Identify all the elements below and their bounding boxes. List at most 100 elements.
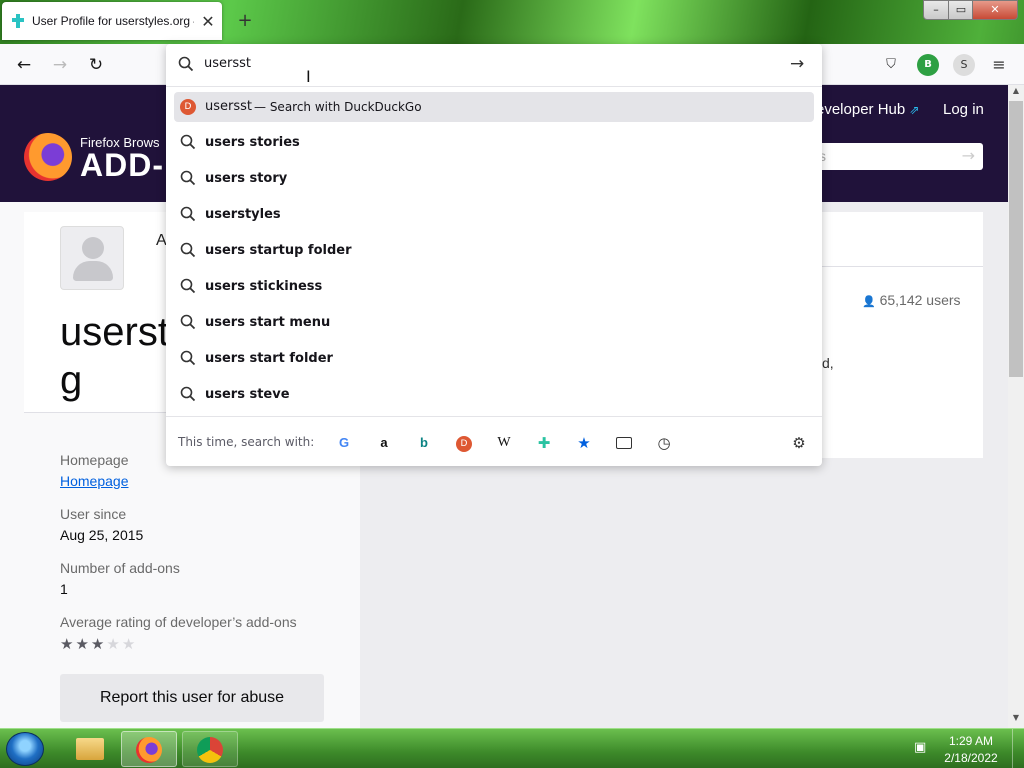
tab-strip: User Profile for userstyles.org – ✕ + – …	[0, 0, 1024, 44]
search-settings-icon[interactable]: ⚙	[788, 432, 810, 454]
forward-button[interactable]: →	[47, 52, 73, 78]
star-icon: ★	[60, 635, 76, 653]
addons-engine-icon[interactable]: ✚	[533, 432, 555, 454]
star-icon: ★	[121, 635, 138, 653]
homepage-label: Homepage	[60, 452, 129, 468]
chrome-shape	[197, 737, 223, 763]
addon-description-fragment: d,	[822, 355, 834, 371]
suggestion-text: users stories	[205, 135, 300, 150]
star-icon: ★	[75, 635, 91, 653]
maximize-button[interactable]: ▭	[948, 0, 974, 20]
tab-title: User Profile for userstyles.org –	[32, 14, 194, 28]
minimize-button[interactable]: –	[923, 0, 949, 20]
search-icon	[180, 242, 196, 258]
suggestion-item[interactable]: users startup folder	[174, 236, 814, 266]
back-button[interactable]: ←	[11, 52, 37, 78]
folder-shape	[76, 738, 104, 760]
user-since-label: User since	[60, 506, 127, 522]
login-link[interactable]: Log in	[943, 101, 984, 118]
bookmarks-engine-icon[interactable]: ★	[573, 432, 595, 454]
star-icon: ★	[90, 635, 107, 653]
suggestion-item[interactable]: users start folder	[174, 344, 814, 374]
search-icon	[178, 56, 194, 72]
search-icon	[180, 314, 196, 330]
hamburger-menu-icon[interactable]: ≡	[988, 54, 1010, 76]
amo-search-input[interactable]: s →	[805, 143, 983, 170]
developer-hub-link[interactable]: eveloper Hub ⇗	[816, 101, 919, 118]
suggestion-item[interactable]: users story	[174, 164, 814, 194]
wikipedia-engine-icon[interactable]: W	[493, 432, 515, 454]
suggestion-text: users steve	[205, 387, 290, 402]
duckduckgo-engine-icon[interactable]: D	[453, 432, 475, 454]
suggestion-text: users startup folder	[205, 243, 352, 258]
addons-favicon-icon	[12, 14, 24, 28]
go-arrow-icon[interactable]: →	[790, 54, 804, 74]
tabs-engine-icon[interactable]	[613, 432, 635, 454]
suggestion-text: users start menu	[205, 315, 331, 330]
search-icon	[180, 278, 196, 294]
developer-hub-label: eveloper Hub	[816, 101, 906, 118]
file-explorer-icon[interactable]	[62, 731, 118, 767]
search-icon	[180, 206, 196, 222]
user-icon: 👤	[862, 296, 876, 308]
show-desktop-button[interactable]	[1012, 729, 1024, 768]
firefox-taskbar-icon[interactable]	[121, 731, 177, 767]
reload-button[interactable]: ↻	[83, 52, 109, 78]
search-submit-icon[interactable]: →	[962, 146, 975, 165]
search-icon	[180, 134, 196, 150]
url-input-row[interactable]: usersst I →	[166, 44, 822, 86]
url-input[interactable]: usersst	[204, 56, 251, 71]
suggestion-text: userstyles	[205, 207, 281, 222]
users-count-label: 65,142 users	[879, 292, 961, 308]
search-icon	[180, 170, 196, 186]
scrollbar-thumb[interactable]	[1009, 101, 1023, 377]
extension-b-icon[interactable]: B	[917, 54, 939, 76]
suggestion-item[interactable]: users stickiness	[174, 272, 814, 302]
divider	[166, 86, 822, 87]
start-button[interactable]	[6, 732, 44, 766]
bing-engine-icon[interactable]: b	[413, 432, 435, 454]
users-count: 👤 65,142 users	[862, 292, 961, 308]
one-off-label: This time, search with:	[178, 435, 315, 449]
num-addons-value: 1	[60, 581, 68, 597]
suggestion-item[interactable]: users steve	[174, 380, 814, 410]
rating-stars: ★★★★★	[60, 635, 137, 653]
search-icon	[180, 386, 196, 402]
duckduckgo-icon: D	[180, 99, 196, 115]
duckduckgo-icon: D	[456, 436, 472, 452]
close-window-button[interactable]: ✕	[972, 0, 1018, 20]
avatar	[60, 226, 124, 290]
text-cursor-icon: I	[306, 67, 311, 86]
report-user-button[interactable]: Report this user for abuse	[60, 674, 324, 722]
suggestion-item[interactable]: users start menu	[174, 308, 814, 338]
account-avatar-icon[interactable]: S	[953, 54, 975, 76]
history-engine-icon[interactable]: ◷	[653, 432, 675, 454]
firefox-logo-icon[interactable]	[24, 133, 72, 181]
scroll-up-icon[interactable]: ▲	[1008, 86, 1024, 100]
heuristic-query: usersst	[205, 99, 252, 114]
scroll-down-icon[interactable]: ▼	[1008, 713, 1024, 727]
tab-user-profile[interactable]: User Profile for userstyles.org – ✕	[2, 2, 222, 40]
suggestion-text: users stickiness	[205, 279, 323, 294]
new-tab-button[interactable]: +	[234, 10, 256, 32]
clock-date[interactable]: 2/18/2022	[940, 751, 1002, 765]
amazon-engine-icon[interactable]: a	[373, 432, 395, 454]
divider	[166, 416, 822, 417]
star-icon: ★	[106, 635, 122, 653]
pocket-icon[interactable]: ⛉	[880, 54, 902, 76]
google-engine-icon[interactable]: G	[333, 432, 355, 454]
taskbar: ▣ 1:29 AM 2/18/2022	[0, 728, 1024, 768]
suggestion-item[interactable]: userstyles	[174, 200, 814, 230]
brand-title: ADD-	[80, 147, 164, 183]
tab-close-icon[interactable]: ✕	[200, 12, 216, 31]
clock-time[interactable]: 1:29 AM	[946, 734, 996, 748]
search-icon	[180, 350, 196, 366]
chrome-taskbar-icon[interactable]	[182, 731, 238, 767]
suggestion-text: users story	[205, 171, 288, 186]
heuristic-result[interactable]: D usersst — Search with DuckDuckGo	[174, 92, 814, 122]
avg-rating-label: Average rating of developer’s add-ons	[60, 614, 297, 630]
suggestion-item[interactable]: users stories	[174, 128, 814, 158]
suggestion-text: users start folder	[205, 351, 333, 366]
homepage-link[interactable]: Homepage	[60, 473, 129, 489]
network-tray-icon[interactable]: ▣	[914, 740, 932, 756]
